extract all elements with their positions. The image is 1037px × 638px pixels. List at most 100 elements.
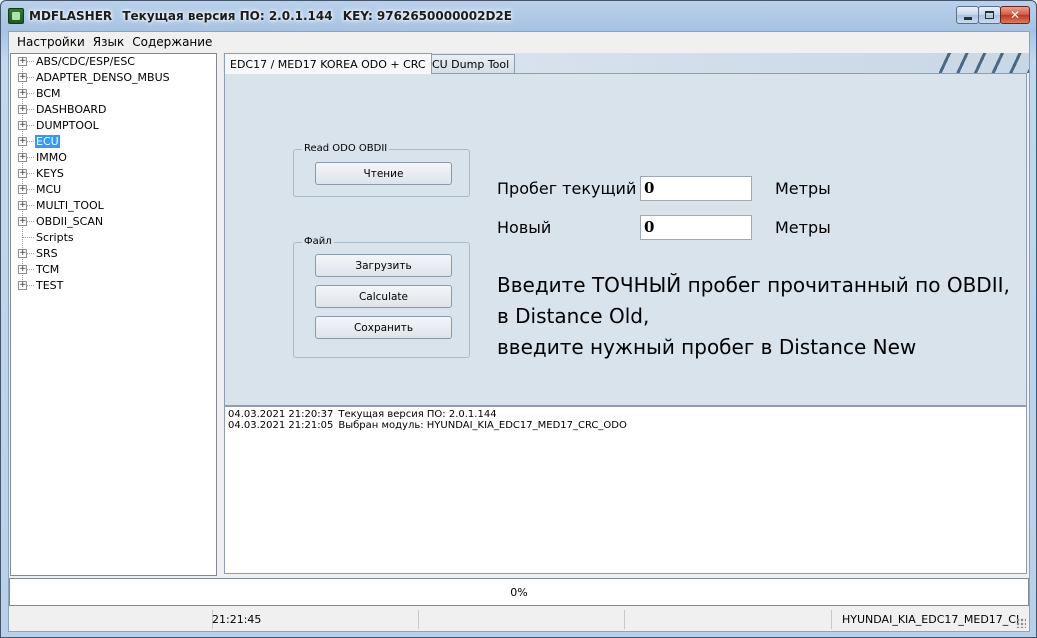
- tree-branch-line: [27, 125, 34, 126]
- tree-branch-line: [27, 157, 34, 158]
- tree-branch-line: [27, 173, 34, 174]
- module-tree[interactable]: + ABS/CDC/ESP/ESC + ADAPTER_DENSO_MBUS + BCM +…: [10, 53, 217, 576]
- expand-icon[interactable]: +: [18, 281, 27, 290]
- menu-bar: Настройки Язык Содержание: [9, 32, 1029, 52]
- tree-branch-line: [27, 61, 34, 62]
- instruction-line: введите нужный пробег в Distance New: [497, 335, 917, 359]
- log-panel[interactable]: 04.03.2021 21:20:37 Текущая версия ПО: 2.…: [224, 406, 1027, 574]
- tree-branch-line: [27, 189, 34, 190]
- status-divider: [624, 610, 625, 629]
- app-window: MDFLASHER Текущая версия ПО: 2.0.1.144 K…: [0, 0, 1037, 638]
- tab-strip: EDC17 / MED17 KOREA ODO + CRC ECU Dump T…: [223, 53, 1029, 74]
- instruction-line: Введите ТОЧНЫЙ пробег прочитанный по OBD…: [497, 273, 1010, 297]
- tree-item[interactable]: + KEYS: [11, 166, 216, 182]
- window-title: MDFLASHER Текущая версия ПО: 2.0.1.144 K…: [29, 9, 518, 23]
- tree-branch-line: [27, 77, 34, 78]
- read-button[interactable]: Чтение: [315, 162, 452, 185]
- read-odo-group: Read ODO OBDII Чтение: [293, 143, 470, 197]
- expand-icon[interactable]: +: [18, 249, 27, 258]
- tab-ecu-dump-tool[interactable]: ECU Dump Tool: [419, 54, 516, 73]
- minimize-button[interactable]: [956, 6, 979, 24]
- menu-settings[interactable]: Настройки: [13, 35, 89, 49]
- app-icon: [8, 8, 24, 24]
- tree-item[interactable]: + MCU: [11, 182, 216, 198]
- tree-item[interactable]: + OBDII_SCAN: [11, 214, 216, 230]
- tree-item-label: ADAPTER_DENSO_MBUS: [36, 71, 170, 84]
- tree-branch-line: [27, 221, 34, 222]
- tree-item[interactable]: + BCM: [11, 86, 216, 102]
- tree-item[interactable]: + ABS/CDC/ESP/ESC: [11, 54, 216, 70]
- menu-contents[interactable]: Содержание: [128, 35, 216, 49]
- progress-text: 0%: [510, 585, 528, 599]
- new-odo-unit: Метры: [775, 218, 831, 237]
- tree-item[interactable]: Scripts: [11, 230, 216, 246]
- expand-icon[interactable]: +: [18, 121, 27, 130]
- tab-panel: Read ODO OBDII Чтение Файл Загрузить Cal…: [224, 73, 1027, 406]
- maximize-icon: [985, 11, 994, 19]
- title-key: KEY: 9762650000002D2E: [342, 9, 512, 23]
- expand-icon[interactable]: +: [18, 169, 27, 178]
- tree-item[interactable]: + TEST: [11, 278, 216, 294]
- maximize-button[interactable]: [978, 6, 1001, 24]
- read-odo-legend: Read ODO OBDII: [302, 143, 390, 154]
- expand-icon[interactable]: +: [18, 73, 27, 82]
- tree-item-label: BCM: [36, 87, 61, 100]
- expand-icon[interactable]: +: [18, 137, 27, 146]
- expand-icon[interactable]: +: [18, 89, 27, 98]
- tree-item[interactable]: + MULTI_TOOL: [11, 198, 216, 214]
- menu-language[interactable]: Язык: [89, 35, 128, 49]
- tree-item-label: Scripts: [36, 231, 74, 244]
- expand-icon[interactable]: +: [18, 57, 27, 66]
- log-text: Текущая версия ПО: 2.0.1.144: [338, 409, 497, 420]
- log-entry: 04.03.2021 21:21:05 Выбран модуль: HYUNDA…: [228, 420, 1023, 431]
- expand-icon[interactable]: +: [18, 153, 27, 162]
- expand-icon[interactable]: +: [18, 201, 27, 210]
- log-entry: 04.03.2021 21:20:37 Текущая версия ПО: 2.…: [228, 409, 1023, 420]
- tree-item[interactable]: + IMMO: [11, 150, 216, 166]
- tree-item-label: TCM: [36, 263, 60, 276]
- tree-branch-line: [27, 253, 34, 254]
- tree-branch-line: [27, 285, 34, 286]
- tree-branch-line: [27, 269, 34, 270]
- client-area: Настройки Язык Содержание + ABS/CDC/ESP/E…: [8, 31, 1030, 632]
- instructions-text: Введите ТОЧНЫЙ пробег прочитанный по OBD…: [497, 270, 1010, 363]
- expand-icon[interactable]: +: [18, 217, 27, 226]
- tree-item-label: SRS: [36, 247, 58, 260]
- tree-item[interactable]: + SRS: [11, 246, 216, 262]
- close-button[interactable]: ✕: [1000, 6, 1030, 24]
- status-bar: 21:21:45 HYUNDAI_KIA_EDC17_MED17_CI: [9, 608, 1029, 631]
- tree-branch-line: [27, 205, 34, 206]
- tree-item[interactable]: + ECU: [11, 134, 216, 150]
- tree-item-label: DUMPTOOL: [36, 119, 99, 132]
- calculate-button[interactable]: Calculate: [315, 285, 452, 308]
- tree-item-label: ABS/CDC/ESP/ESC: [36, 55, 135, 68]
- new-odo-label: Новый: [497, 218, 552, 237]
- tree-branch-line: [22, 237, 34, 238]
- status-module: HYUNDAI_KIA_EDC17_MED17_CI: [842, 613, 1020, 626]
- main-pane: EDC17 / MED17 KOREA ODO + CRC ECU Dump T…: [223, 53, 1029, 576]
- save-button[interactable]: Сохранить: [315, 316, 452, 339]
- current-odo-unit: Метры: [775, 179, 831, 198]
- progress-bar: 0%: [9, 578, 1029, 606]
- new-odo-field[interactable]: 0: [640, 215, 752, 240]
- tree-item[interactable]: + DASHBOARD: [11, 102, 216, 118]
- tree-item[interactable]: + DUMPTOOL: [11, 118, 216, 134]
- expand-icon[interactable]: +: [18, 105, 27, 114]
- expand-icon[interactable]: +: [18, 265, 27, 274]
- tree-item-label: IMMO: [36, 151, 67, 164]
- tree-item[interactable]: + TCM: [11, 262, 216, 278]
- current-odo-field[interactable]: 0: [640, 176, 752, 201]
- tab-edc17-odo-crc[interactable]: EDC17 / MED17 KOREA ODO + CRC: [224, 53, 432, 74]
- tree-item[interactable]: + ADAPTER_DENSO_MBUS: [11, 70, 216, 86]
- tree-item-label: DASHBOARD: [36, 103, 107, 116]
- current-odo-label: Пробег текущий: [497, 179, 637, 198]
- title-bar[interactable]: MDFLASHER Текущая версия ПО: 2.0.1.144 K…: [1, 1, 1036, 31]
- title-version: Текущая версия ПО: 2.0.1.144: [122, 9, 333, 23]
- load-button[interactable]: Загрузить: [315, 254, 452, 277]
- tree-branch-line: [27, 93, 34, 94]
- resize-grip-icon[interactable]: [1016, 618, 1026, 628]
- status-divider: [831, 610, 832, 629]
- tree-item-label: MCU: [36, 183, 62, 196]
- expand-icon[interactable]: +: [18, 185, 27, 194]
- minimize-icon: [963, 16, 972, 20]
